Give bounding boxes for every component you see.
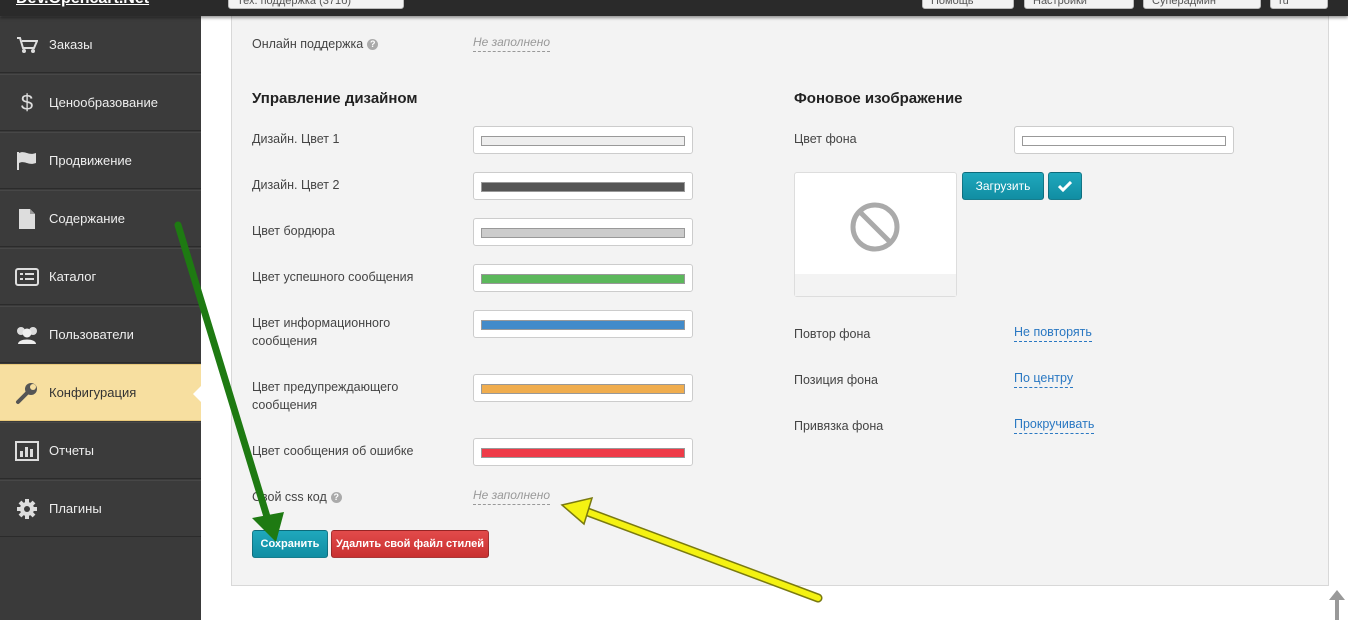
online-support-label-text: Онлайн поддержка bbox=[252, 37, 364, 51]
info-color-label: Цвет информационного сообщения bbox=[252, 316, 391, 348]
sidebar-item-label: Ценообразование bbox=[49, 95, 158, 110]
scroll-top-icon[interactable] bbox=[1328, 590, 1346, 620]
settings-button[interactable]: Настройки bbox=[1024, 0, 1134, 9]
online-support-value[interactable]: Не заполнено bbox=[473, 35, 550, 52]
design-color-2-input[interactable] bbox=[473, 172, 693, 200]
dollar-icon: $ bbox=[20, 89, 34, 115]
sidebar-item-pricing[interactable]: $ Ценообразование bbox=[0, 74, 201, 131]
background-section-title: Фоновое изображение bbox=[794, 90, 963, 107]
info-color-input[interactable] bbox=[473, 310, 693, 338]
sidebar-item-configuration[interactable]: Конфигурация bbox=[0, 364, 202, 421]
sidebar-item-plugins[interactable]: Плагины bbox=[0, 480, 201, 537]
user-menu-button[interactable]: Суперадмин bbox=[1143, 0, 1261, 9]
color-swatch bbox=[481, 320, 685, 330]
sidebar-item-catalog[interactable]: Каталог bbox=[0, 248, 201, 305]
color-swatch bbox=[481, 182, 685, 192]
gear-icon bbox=[14, 496, 40, 522]
users-icon bbox=[14, 322, 40, 348]
bg-attach-value[interactable]: Прокручивать bbox=[1014, 417, 1095, 434]
design-section-title: Управление дизайном bbox=[252, 90, 418, 107]
bg-repeat-label: Повтор фона bbox=[794, 327, 871, 341]
language-button[interactable]: ru bbox=[1270, 0, 1328, 9]
site-logo[interactable]: Dev.Opencart.Net bbox=[16, 0, 149, 8]
sidebar-item-users[interactable]: Пользователи bbox=[0, 306, 201, 363]
check-icon bbox=[1057, 180, 1073, 193]
sidebar-item-label: Содержание bbox=[49, 211, 125, 226]
sidebar-item-label: Продвижение bbox=[49, 153, 132, 168]
no-image-icon bbox=[850, 202, 900, 252]
color-swatch bbox=[481, 228, 685, 238]
design-color-1-label: Дизайн. Цвет 1 bbox=[252, 132, 340, 146]
sidebar-item-label: Заказы bbox=[49, 37, 93, 52]
custom-css-label: Свой css код? bbox=[252, 488, 342, 506]
sidebar-item-label: Каталог bbox=[49, 269, 97, 284]
bg-position-value[interactable]: По центру bbox=[1014, 371, 1074, 388]
warning-color-label: Цвет предупреждающего сообщения bbox=[252, 380, 399, 412]
success-color-label: Цвет успешного сообщения bbox=[252, 270, 414, 284]
color-swatch bbox=[481, 136, 685, 146]
save-button[interactable]: Сохранить bbox=[252, 530, 328, 558]
support-button[interactable]: Тех. поддержка (371б) bbox=[228, 0, 404, 9]
preview-footer bbox=[795, 274, 956, 296]
sidebar-item-promotion[interactable]: Продвижение bbox=[0, 132, 201, 189]
success-color-input[interactable] bbox=[473, 264, 693, 292]
bg-attach-label: Привязка фона bbox=[794, 419, 884, 433]
custom-css-value[interactable]: Не заполнено bbox=[473, 488, 550, 505]
border-color-label: Цвет бордюра bbox=[252, 224, 335, 238]
online-support-label: Онлайн поддержка? bbox=[252, 35, 379, 53]
bg-color-label: Цвет фона bbox=[794, 132, 857, 146]
help-icon[interactable]: ? bbox=[367, 39, 379, 50]
color-swatch bbox=[481, 274, 685, 284]
bg-repeat-value[interactable]: Не повторять bbox=[1014, 325, 1092, 342]
wrench-icon bbox=[14, 380, 40, 406]
border-color-input[interactable] bbox=[473, 218, 693, 246]
bg-color-input[interactable] bbox=[1014, 126, 1234, 154]
design-color-2-label: Дизайн. Цвет 2 bbox=[252, 178, 340, 192]
sidebar-item-label: Пользователи bbox=[49, 327, 134, 342]
color-swatch bbox=[1022, 136, 1226, 146]
error-color-input[interactable] bbox=[473, 438, 693, 466]
design-color-1-input[interactable] bbox=[473, 126, 693, 154]
config-panel: Онлайн поддержка? Не заполнено Управлени… bbox=[231, 10, 1329, 586]
list-icon bbox=[14, 264, 40, 290]
error-color-label: Цвет сообщения об ошибке bbox=[252, 444, 414, 458]
warning-color-input[interactable] bbox=[473, 374, 693, 402]
help-button[interactable]: Помощь bbox=[922, 0, 1014, 9]
cart-icon bbox=[14, 32, 40, 58]
document-icon bbox=[14, 206, 40, 232]
top-bar: Dev.Opencart.Net Тех. поддержка (371б) П… bbox=[0, 0, 1348, 16]
bg-position-label: Позиция фона bbox=[794, 373, 878, 387]
color-swatch bbox=[481, 384, 685, 394]
sidebar: Заказы $ Ценообразование Продвижение Сод… bbox=[0, 16, 202, 620]
sidebar-item-reports[interactable]: Отчеты bbox=[0, 422, 201, 479]
upload-button[interactable]: Загрузить bbox=[962, 172, 1044, 200]
background-image-preview bbox=[794, 172, 957, 297]
flag-icon bbox=[14, 148, 40, 174]
help-icon[interactable]: ? bbox=[330, 492, 342, 503]
sidebar-item-label: Отчеты bbox=[49, 443, 94, 458]
sidebar-item-content[interactable]: Содержание bbox=[0, 190, 201, 247]
sidebar-item-label: Плагины bbox=[49, 501, 102, 516]
sidebar-item-label: Конфигурация bbox=[49, 385, 137, 400]
color-swatch bbox=[481, 448, 685, 458]
confirm-upload-button[interactable] bbox=[1048, 172, 1082, 200]
custom-css-label-text: Свой css код bbox=[252, 490, 327, 504]
delete-stylesheet-button[interactable]: Удалить свой файл стилей bbox=[331, 530, 489, 558]
chart-icon bbox=[14, 438, 40, 464]
sidebar-item-orders[interactable]: Заказы bbox=[0, 16, 201, 73]
